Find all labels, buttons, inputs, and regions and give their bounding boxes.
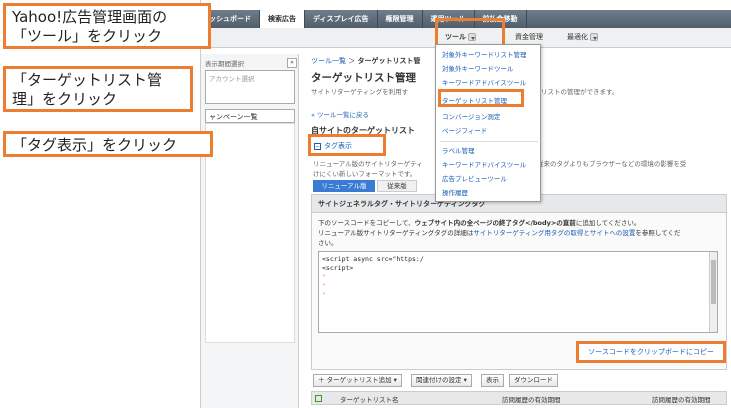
page-description: サイトリターゲティングを利用す	[311, 88, 409, 96]
tab-display-ads[interactable]: ディスプレイ広告	[305, 10, 378, 28]
column-target-list-name[interactable]: ターゲットリスト名	[340, 394, 399, 404]
instruction-callout-step3: 「タグ表示」をクリック	[3, 131, 213, 157]
funds-menu-button[interactable]: 資金管理	[515, 32, 543, 42]
page-title: ターゲットリスト管理	[311, 72, 416, 84]
tag-description-tail: 従来のタグよりもブラウザーなどの環境の影響を受	[537, 160, 687, 168]
account-select[interactable]: アカウント選択	[205, 70, 295, 104]
add-target-list-label: ターゲットリスト追加	[326, 376, 392, 384]
tag-display-label: タグ表示	[324, 142, 352, 150]
funds-label: 資金管理	[515, 33, 543, 41]
column-visit-history-period[interactable]: 訪問履歴の有効期間	[502, 394, 561, 404]
menu-item-negative-keyword-tool[interactable]: 対象外キーワードツール	[442, 63, 514, 73]
campaign-list-header[interactable]: ャンペーン一覧	[205, 109, 295, 123]
target-list-table-header: ターゲットリスト名 訪問履歴の有効期間 訪問履歴の有効期間	[311, 391, 727, 405]
plus-icon: ＋	[318, 376, 327, 384]
menu-separator	[440, 141, 538, 142]
download-button[interactable]: ダウンロード	[509, 374, 558, 387]
instruction-callout-step1: Yahoo!広告管理画面の 「ツール」をクリック	[3, 3, 211, 49]
table-toolbar: ＋ ターゲットリスト追加 ▾ 関連付けの設定 ▾ 表示 ダウンロード	[311, 374, 727, 388]
checkbox-icon	[315, 394, 322, 402]
tag-display-toggle[interactable]: − タグ表示	[308, 134, 386, 156]
code-line: '	[322, 273, 326, 281]
version-tab-legacy[interactable]: 従来版	[377, 180, 417, 192]
target-list-highlight-box	[438, 89, 524, 107]
callout-step2-line1: 「ターゲットリスト管	[12, 71, 163, 89]
back-to-tools-link[interactable]: « ツール一覧に戻る	[311, 109, 369, 119]
page-description-tail: リストの管理ができます。	[541, 88, 619, 96]
breadcrumb: ツール一覧 ＞ ターゲットリスト管	[311, 56, 420, 66]
callout-step2-line2: 理」をクリック	[12, 89, 118, 108]
menu-item-keyword-advice-tool[interactable]: キーワードアドバイスツール	[442, 159, 526, 169]
callout-step1-line1: Yahoo!広告管理画面の	[12, 8, 168, 26]
collapse-minus-icon: −	[314, 142, 321, 150]
breadcrumb-separator: ＞	[346, 57, 358, 65]
copy-instruction-detail: リニューアル版サイトリターゲティングタグの詳細はサイトリターゲティング用タグの取…	[318, 227, 681, 237]
campaign-tree	[205, 123, 295, 343]
ads-manager-window: ッシュボード 検索広告 ディスプレイ広告 権限管理 運用ツール 前払金移動 ツー…	[200, 0, 731, 408]
detail-post: を参照してくだ	[635, 229, 681, 237]
code-line: <script async src="https:/	[322, 255, 424, 263]
menu-item-keyword-advice[interactable]: キーワードアドバイスツール	[442, 77, 526, 87]
code-line: <script>	[322, 264, 354, 272]
code-line: '	[322, 282, 326, 290]
tag-help-link[interactable]: サイトリターゲティング用タグの取得とサイトへの設置	[473, 229, 635, 237]
left-panel: 表示期間選択 « アカウント選択 ャンペーン一覧	[201, 54, 299, 408]
callout-step3-text: 「タグ表示」をクリック	[12, 136, 178, 154]
copy-instruction-post: に追加してください。	[575, 219, 641, 227]
breadcrumb-tools-link[interactable]: ツール一覧	[311, 57, 346, 65]
menu-item-operation-history[interactable]: 操作履歴	[442, 187, 468, 197]
copy-instruction-bold: ウェブサイト内の全ページの終了タグ</body>の直前	[414, 219, 576, 227]
display-button[interactable]: 表示	[481, 374, 504, 387]
copy-instruction-end: さい。	[318, 239, 338, 247]
chevron-down-icon	[590, 33, 598, 41]
copy-to-clipboard-button[interactable]: ソースコードをクリップボードにコピー	[576, 341, 726, 363]
tab-search-ads[interactable]: 検索広告	[260, 10, 305, 28]
link-settings-label: 関連付けの設定	[416, 376, 462, 384]
collapse-button[interactable]: «	[287, 58, 297, 68]
instruction-callout-step2: 「ターゲットリスト管 理」をクリック	[3, 66, 193, 112]
tag-code-panel: サイトジェネラルタグ・サイトリターゲティングタグ 下のソースコードをコピーして、…	[311, 194, 727, 370]
detail-pre: リニューアル版サイトリターゲティングタグの詳細は	[318, 229, 474, 237]
tab-permissions[interactable]: 権限管理	[378, 10, 423, 28]
callout-step1-line2: 「ツール」をクリック	[12, 26, 163, 45]
link-settings-button[interactable]: 関連付けの設定 ▾	[411, 374, 472, 387]
menu-item-page-feed[interactable]: ページフィード	[442, 125, 487, 135]
copy-instruction: 下のソースコードをコピーして、ウェブサイト内の全ページの終了タグ</body>の…	[318, 217, 640, 227]
account-select-placeholder: アカウント選択	[209, 75, 255, 83]
add-target-list-button[interactable]: ＋ ターゲットリスト追加 ▾	[313, 374, 402, 387]
column-visit-history-period-2[interactable]: 訪問履歴の有効期間	[652, 394, 711, 404]
version-tab-renewal[interactable]: リニューアル版	[313, 180, 375, 192]
code-scrollbar[interactable]	[709, 252, 717, 332]
period-select-label: 表示期間選択	[205, 60, 244, 68]
menu-item-negative-keyword-list[interactable]: 対象外キーワードリスト管理	[442, 49, 527, 59]
source-code-textarea[interactable]: <script async src="https:/ <script> ' ' …	[318, 251, 718, 333]
menu-item-conversion-measurement[interactable]: コンバージョン測定	[442, 111, 500, 121]
tag-description-line2: けにくい新しいフォーマットです。	[313, 170, 417, 178]
menu-item-ad-preview[interactable]: 広告プレビューツール	[442, 173, 507, 183]
optimize-label: 最適化	[567, 33, 588, 41]
tag-description: リニューアル版のサイトリターゲティ	[313, 160, 423, 168]
optimize-menu-button[interactable]: 最適化	[567, 32, 598, 42]
tools-dropdown-menu: 対象外キーワードリスト管理 対象外キーワードツール キーワードアドバイスツール …	[435, 44, 541, 202]
scrollbar-thumb[interactable]	[711, 260, 716, 304]
breadcrumb-current: ターゲットリスト管	[357, 57, 421, 65]
code-line: '	[322, 291, 326, 299]
menu-item-label-management[interactable]: ラベル管理	[442, 145, 475, 155]
copy-instruction-pre: 下のソースコードをコピーして、	[318, 219, 415, 227]
select-all-checkbox[interactable]	[315, 394, 322, 402]
